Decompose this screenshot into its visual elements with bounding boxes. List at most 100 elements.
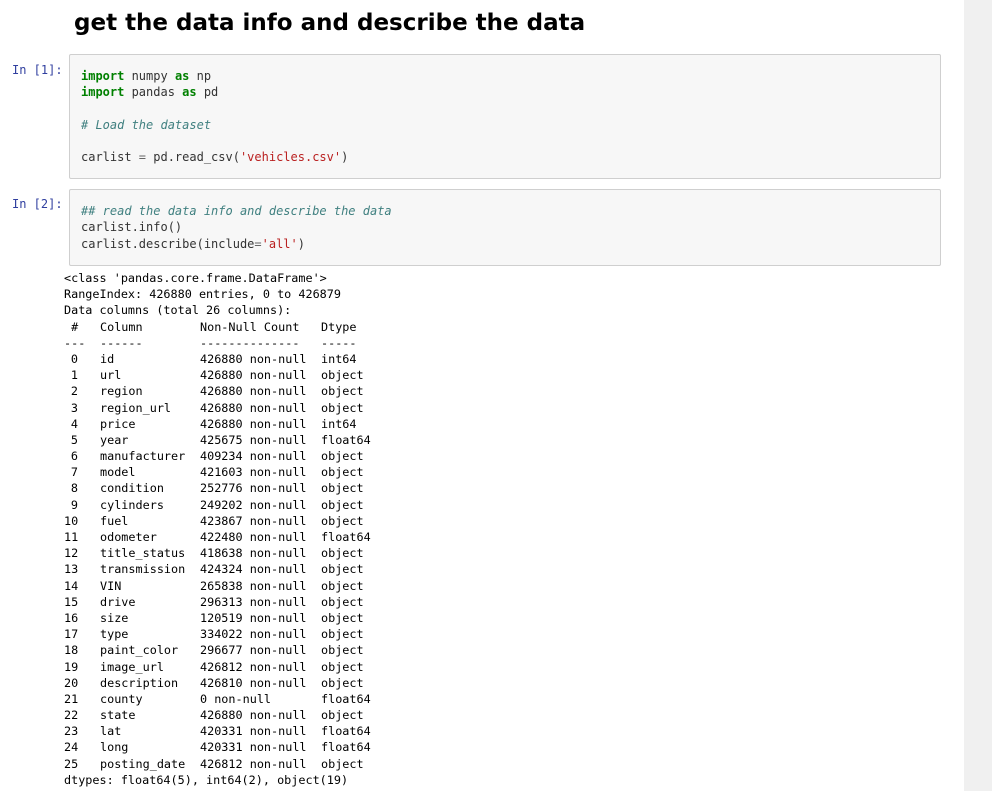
row-non-null-count: 120519 non-null: [200, 610, 307, 625]
row-non-null-count: 422480 non-null: [200, 530, 307, 544]
cell-2-output: <class 'pandas.core.frame.DataFrame'> Ra…: [64, 270, 944, 788]
code-token: import: [81, 69, 125, 83]
info-table-header: # Column Non-Null Count Dtype: [64, 319, 944, 335]
row-non-null-count: 426880 non-null: [200, 416, 307, 431]
row-non-null-count: 426812 non-null: [200, 756, 307, 771]
row-non-null-count: 426880 non-null: [200, 708, 307, 723]
output-rangeindex-line: RangeIndex: 426880 entries, 0 to 426879: [64, 287, 341, 302]
row-column-name: year: [100, 432, 129, 447]
row-column-name: condition: [100, 481, 164, 496]
row-non-null-count: 252776 non-null: [200, 481, 307, 496]
row-non-null-count: 426880 non-null: [200, 384, 307, 399]
code-cell-2[interactable]: ## read the data info and describe the d…: [69, 189, 941, 266]
code-line: carlist = pd.read_csv('vehicles.csv'): [81, 149, 940, 165]
info-table-row: 5 year 425675 non-null float64: [64, 432, 944, 448]
row-dtype: object: [321, 449, 364, 464]
info-table-row: 23 lat 420331 non-null float64: [64, 723, 944, 739]
row-column-name: cylinders: [100, 497, 164, 512]
code-token: 'all': [261, 236, 298, 251]
row-non-null-count: 420331 non-null: [200, 724, 307, 739]
sep-count: --------------: [200, 335, 300, 350]
code-token: ): [341, 150, 349, 165]
info-table-separator: --- ------ -------------- -----: [64, 335, 944, 351]
info-table-row: 3 region_url 426880 non-null object: [64, 400, 944, 416]
row-non-null-count: 423867 non-null: [200, 513, 307, 528]
row-column-name: paint_color: [100, 643, 179, 658]
info-table-row: 0 id 426880 non-null int64: [64, 351, 944, 367]
row-dtype: object: [321, 627, 364, 642]
row-dtype: object: [321, 675, 364, 690]
info-table-row: 24 long 420331 non-null float64: [64, 739, 944, 755]
code-token: import: [81, 85, 125, 100]
info-table-row: 17 type 334022 non-null object: [64, 626, 944, 642]
row-column-name: title_status: [100, 546, 186, 561]
row-column-name: posting_date: [100, 756, 186, 771]
code-token: ): [297, 236, 305, 251]
page-scrollbar[interactable]: [964, 0, 992, 791]
row-non-null-count: 426810 non-null: [200, 675, 307, 690]
row-dtype: object: [321, 708, 364, 723]
row-dtype: object: [321, 368, 364, 383]
code-cell-1[interactable]: import numpy as np import pandas as pd # L…: [69, 54, 941, 179]
code-token: np: [189, 69, 212, 83]
info-table-row: 13 transmission 424324 non-null object: [64, 561, 944, 577]
info-table-row: 16 size 120519 non-null object: [64, 610, 944, 626]
row-index: 10: [64, 513, 79, 528]
row-index: 0: [70, 351, 78, 366]
row-non-null-count: 420331 non-null: [200, 740, 307, 755]
row-column-name: region: [100, 384, 143, 399]
row-index: 22: [64, 708, 79, 723]
code-token: # Load the dataset: [81, 117, 212, 132]
code-line: ## read the data info and describe the d…: [81, 203, 940, 219]
code-token: as: [174, 69, 190, 83]
row-index: 24: [64, 740, 79, 755]
row-index: 3: [70, 400, 78, 415]
header-num: #: [64, 319, 79, 334]
row-column-name: drive: [100, 594, 136, 609]
info-table-row: 10 fuel 423867 non-null object: [64, 513, 944, 529]
code-token: carlist: [81, 150, 139, 165]
input-prompt-2: In [2]:: [12, 197, 63, 211]
row-non-null-count: 426812 non-null: [200, 659, 307, 674]
header-dtype: Dtype: [321, 319, 357, 334]
row-dtype: object: [321, 465, 364, 480]
input-prompt-1: In [1]:: [12, 63, 63, 77]
row-column-name: url: [100, 368, 122, 383]
code-line: carlist.describe(include='all'): [81, 236, 940, 252]
row-index: 9: [70, 497, 78, 512]
row-dtype: float64: [321, 740, 371, 755]
row-index: 4: [70, 416, 78, 431]
row-non-null-count: 249202 non-null: [200, 497, 307, 512]
row-non-null-count: 296677 non-null: [200, 643, 307, 658]
code-token: carlist.info(): [81, 220, 183, 235]
output-columns-line: Data columns (total 26 columns):: [64, 303, 292, 318]
row-column-name: manufacturer: [100, 449, 186, 464]
info-table-row: 20 description 426810 non-null object: [64, 675, 944, 691]
row-dtype: float64: [321, 432, 371, 447]
info-table-row: 2 region 426880 non-null object: [64, 383, 944, 399]
row-non-null-count: 426880 non-null: [200, 351, 307, 366]
info-table-row: 4 price 426880 non-null int64: [64, 416, 944, 432]
row-column-name: transmission: [100, 562, 186, 577]
row-non-null-count: 296313 non-null: [200, 594, 307, 609]
row-dtype: object: [321, 610, 364, 625]
row-column-name: type: [100, 627, 129, 642]
row-column-name: model: [100, 465, 136, 480]
code-token: pd.read_csv(: [146, 150, 240, 165]
row-dtype: int64: [321, 416, 357, 431]
row-index: 13: [64, 562, 79, 577]
row-index: 21: [64, 691, 79, 706]
row-non-null-count: 265838 non-null: [200, 578, 307, 593]
row-column-name: size: [100, 610, 129, 625]
row-dtype: float64: [321, 724, 371, 739]
info-table-row: 15 drive 296313 non-null object: [64, 594, 944, 610]
row-column-name: price: [100, 416, 136, 431]
row-dtype: object: [321, 384, 364, 399]
row-non-null-count: 424324 non-null: [200, 562, 307, 577]
row-index: 2: [70, 384, 78, 399]
row-index: 5: [70, 432, 78, 447]
info-table-row: 7 model 421603 non-null object: [64, 464, 944, 480]
row-column-name: county: [100, 691, 143, 706]
row-index: 18: [64, 643, 79, 658]
row-index: 7: [70, 465, 78, 480]
